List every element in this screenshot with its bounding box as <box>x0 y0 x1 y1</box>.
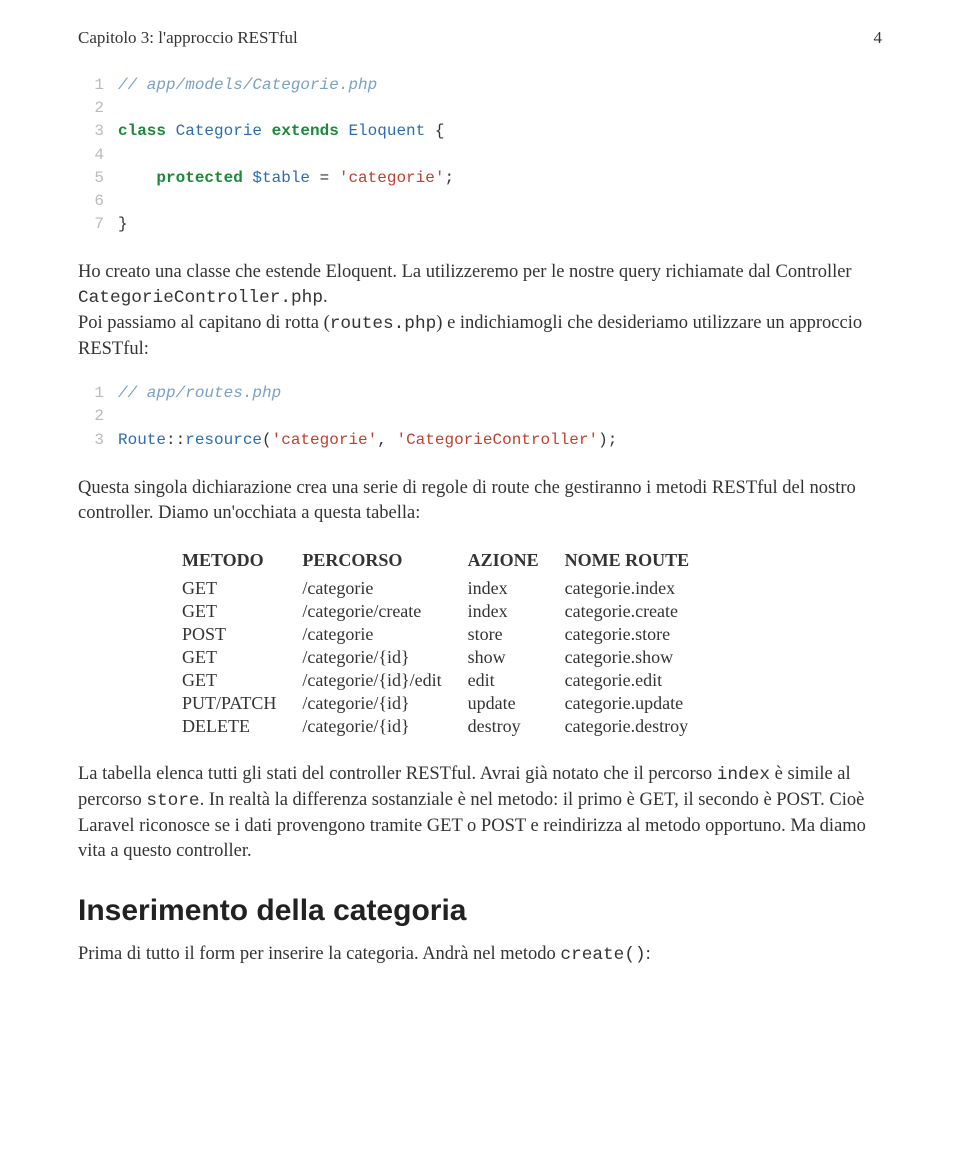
table-cell: categorie.edit <box>565 669 716 692</box>
line-number: 7 <box>78 213 118 236</box>
text: Ho creato una classe che estende Eloquen… <box>78 262 852 282</box>
table-cell: categorie.destroy <box>565 715 716 738</box>
line-number: 1 <box>78 74 118 97</box>
table-row: DELETE/categorie/{id}destroycategorie.de… <box>182 715 715 738</box>
line-number: 2 <box>78 97 118 120</box>
line-number: 2 <box>78 405 118 428</box>
col-route: NOME ROUTE <box>565 546 716 577</box>
table-row: GET/categorie/{id}/editeditcategorie.edi… <box>182 669 715 692</box>
table-cell: index <box>468 600 565 623</box>
code-content: protected $table = 'categorie'; <box>118 167 454 190</box>
table-cell: show <box>468 646 565 669</box>
table-cell: categorie.show <box>565 646 716 669</box>
inline-code: create() <box>560 945 645 965</box>
inline-code: CategorieController.php <box>78 288 323 308</box>
code-line: 6 <box>78 190 882 213</box>
table-cell: /categorie/create <box>302 600 467 623</box>
inline-code: store <box>146 791 199 811</box>
table-cell: PUT/PATCH <box>182 692 302 715</box>
code-line: 3class Categorie extends Eloquent { <box>78 120 882 143</box>
code-line: 2 <box>78 405 882 428</box>
table-cell: index <box>468 577 565 600</box>
text: : <box>646 944 651 964</box>
text: Prima di tutto il form per inserire la c… <box>78 944 560 964</box>
table-cell: GET <box>182 646 302 669</box>
table-cell: GET <box>182 577 302 600</box>
code-block-1: 1// app/models/Categorie.php2 3class Cat… <box>78 74 882 236</box>
line-number: 3 <box>78 429 118 452</box>
code-content: // app/routes.php <box>118 382 281 405</box>
paragraph-3: La tabella elenca tutti gli stati del co… <box>78 762 882 864</box>
table-row: GET/categorie/createindexcategorie.creat… <box>182 600 715 623</box>
table-cell: /categorie/{id} <box>302 715 467 738</box>
col-path: PERCORSO <box>302 546 467 577</box>
code-line: 1// app/routes.php <box>78 382 882 405</box>
paragraph-2: Questa singola dichiarazione crea una se… <box>78 476 882 526</box>
page-header: Capitolo 3: l'approccio RESTful 4 <box>78 28 882 48</box>
table-cell: /categorie <box>302 623 467 646</box>
inline-code: index <box>717 765 770 785</box>
table-cell: categorie.create <box>565 600 716 623</box>
table-row: GET/categorie/{id}showcategorie.show <box>182 646 715 669</box>
code-block-2: 1// app/routes.php2 3Route::resource('ca… <box>78 382 882 452</box>
table-cell: POST <box>182 623 302 646</box>
paragraph-4: Prima di tutto il form per inserire la c… <box>78 942 882 968</box>
section-heading: Inserimento della categoria <box>78 894 882 928</box>
table-row: PUT/PATCH/categorie/{id}updatecategorie.… <box>182 692 715 715</box>
code-line: 1// app/models/Categorie.php <box>78 74 882 97</box>
code-content: class Categorie extends Eloquent { <box>118 120 444 143</box>
table-cell: categorie.update <box>565 692 716 715</box>
table-cell: edit <box>468 669 565 692</box>
table-cell: /categorie/{id} <box>302 692 467 715</box>
table-cell: /categorie <box>302 577 467 600</box>
code-content <box>118 190 128 213</box>
line-number: 1 <box>78 382 118 405</box>
table-cell: categorie.index <box>565 577 716 600</box>
text: Poi passiamo al capitano di rotta ( <box>78 313 330 333</box>
code-content <box>118 144 128 167</box>
page: Capitolo 3: l'approccio RESTful 4 1// ap… <box>0 0 960 1157</box>
table-cell: store <box>468 623 565 646</box>
table-cell: categorie.store <box>565 623 716 646</box>
code-content: } <box>118 213 128 236</box>
table-cell: update <box>468 692 565 715</box>
code-line: 4 <box>78 144 882 167</box>
code-line: 3Route::resource('categorie', 'Categorie… <box>78 429 882 452</box>
table-cell: GET <box>182 600 302 623</box>
line-number: 4 <box>78 144 118 167</box>
line-number: 6 <box>78 190 118 213</box>
chapter-title: Capitolo 3: l'approccio RESTful <box>78 28 298 48</box>
code-content: Route::resource('categorie', 'CategorieC… <box>118 429 617 452</box>
text: . <box>323 287 328 307</box>
table-row: POST/categoriestorecategorie.store <box>182 623 715 646</box>
line-number: 5 <box>78 167 118 190</box>
table-header-row: METODO PERCORSO AZIONE NOME ROUTE <box>182 546 715 577</box>
code-line: 5 protected $table = 'categorie'; <box>78 167 882 190</box>
text: La tabella elenca tutti gli stati del co… <box>78 764 717 784</box>
page-number: 4 <box>874 28 883 48</box>
table-row: GET/categorieindexcategorie.index <box>182 577 715 600</box>
route-table: METODO PERCORSO AZIONE NOME ROUTE GET/ca… <box>182 546 715 738</box>
col-action: AZIONE <box>468 546 565 577</box>
code-content <box>118 405 128 428</box>
inline-code: routes.php <box>330 314 437 334</box>
code-line: 2 <box>78 97 882 120</box>
table-cell: DELETE <box>182 715 302 738</box>
table-cell: GET <box>182 669 302 692</box>
code-content <box>118 97 128 120</box>
table-cell: destroy <box>468 715 565 738</box>
code-line: 7} <box>78 213 882 236</box>
table-cell: /categorie/{id} <box>302 646 467 669</box>
paragraph-1: Ho creato una classe che estende Eloquen… <box>78 260 882 362</box>
code-content: // app/models/Categorie.php <box>118 74 377 97</box>
table-cell: /categorie/{id}/edit <box>302 669 467 692</box>
line-number: 3 <box>78 120 118 143</box>
col-method: METODO <box>182 546 302 577</box>
